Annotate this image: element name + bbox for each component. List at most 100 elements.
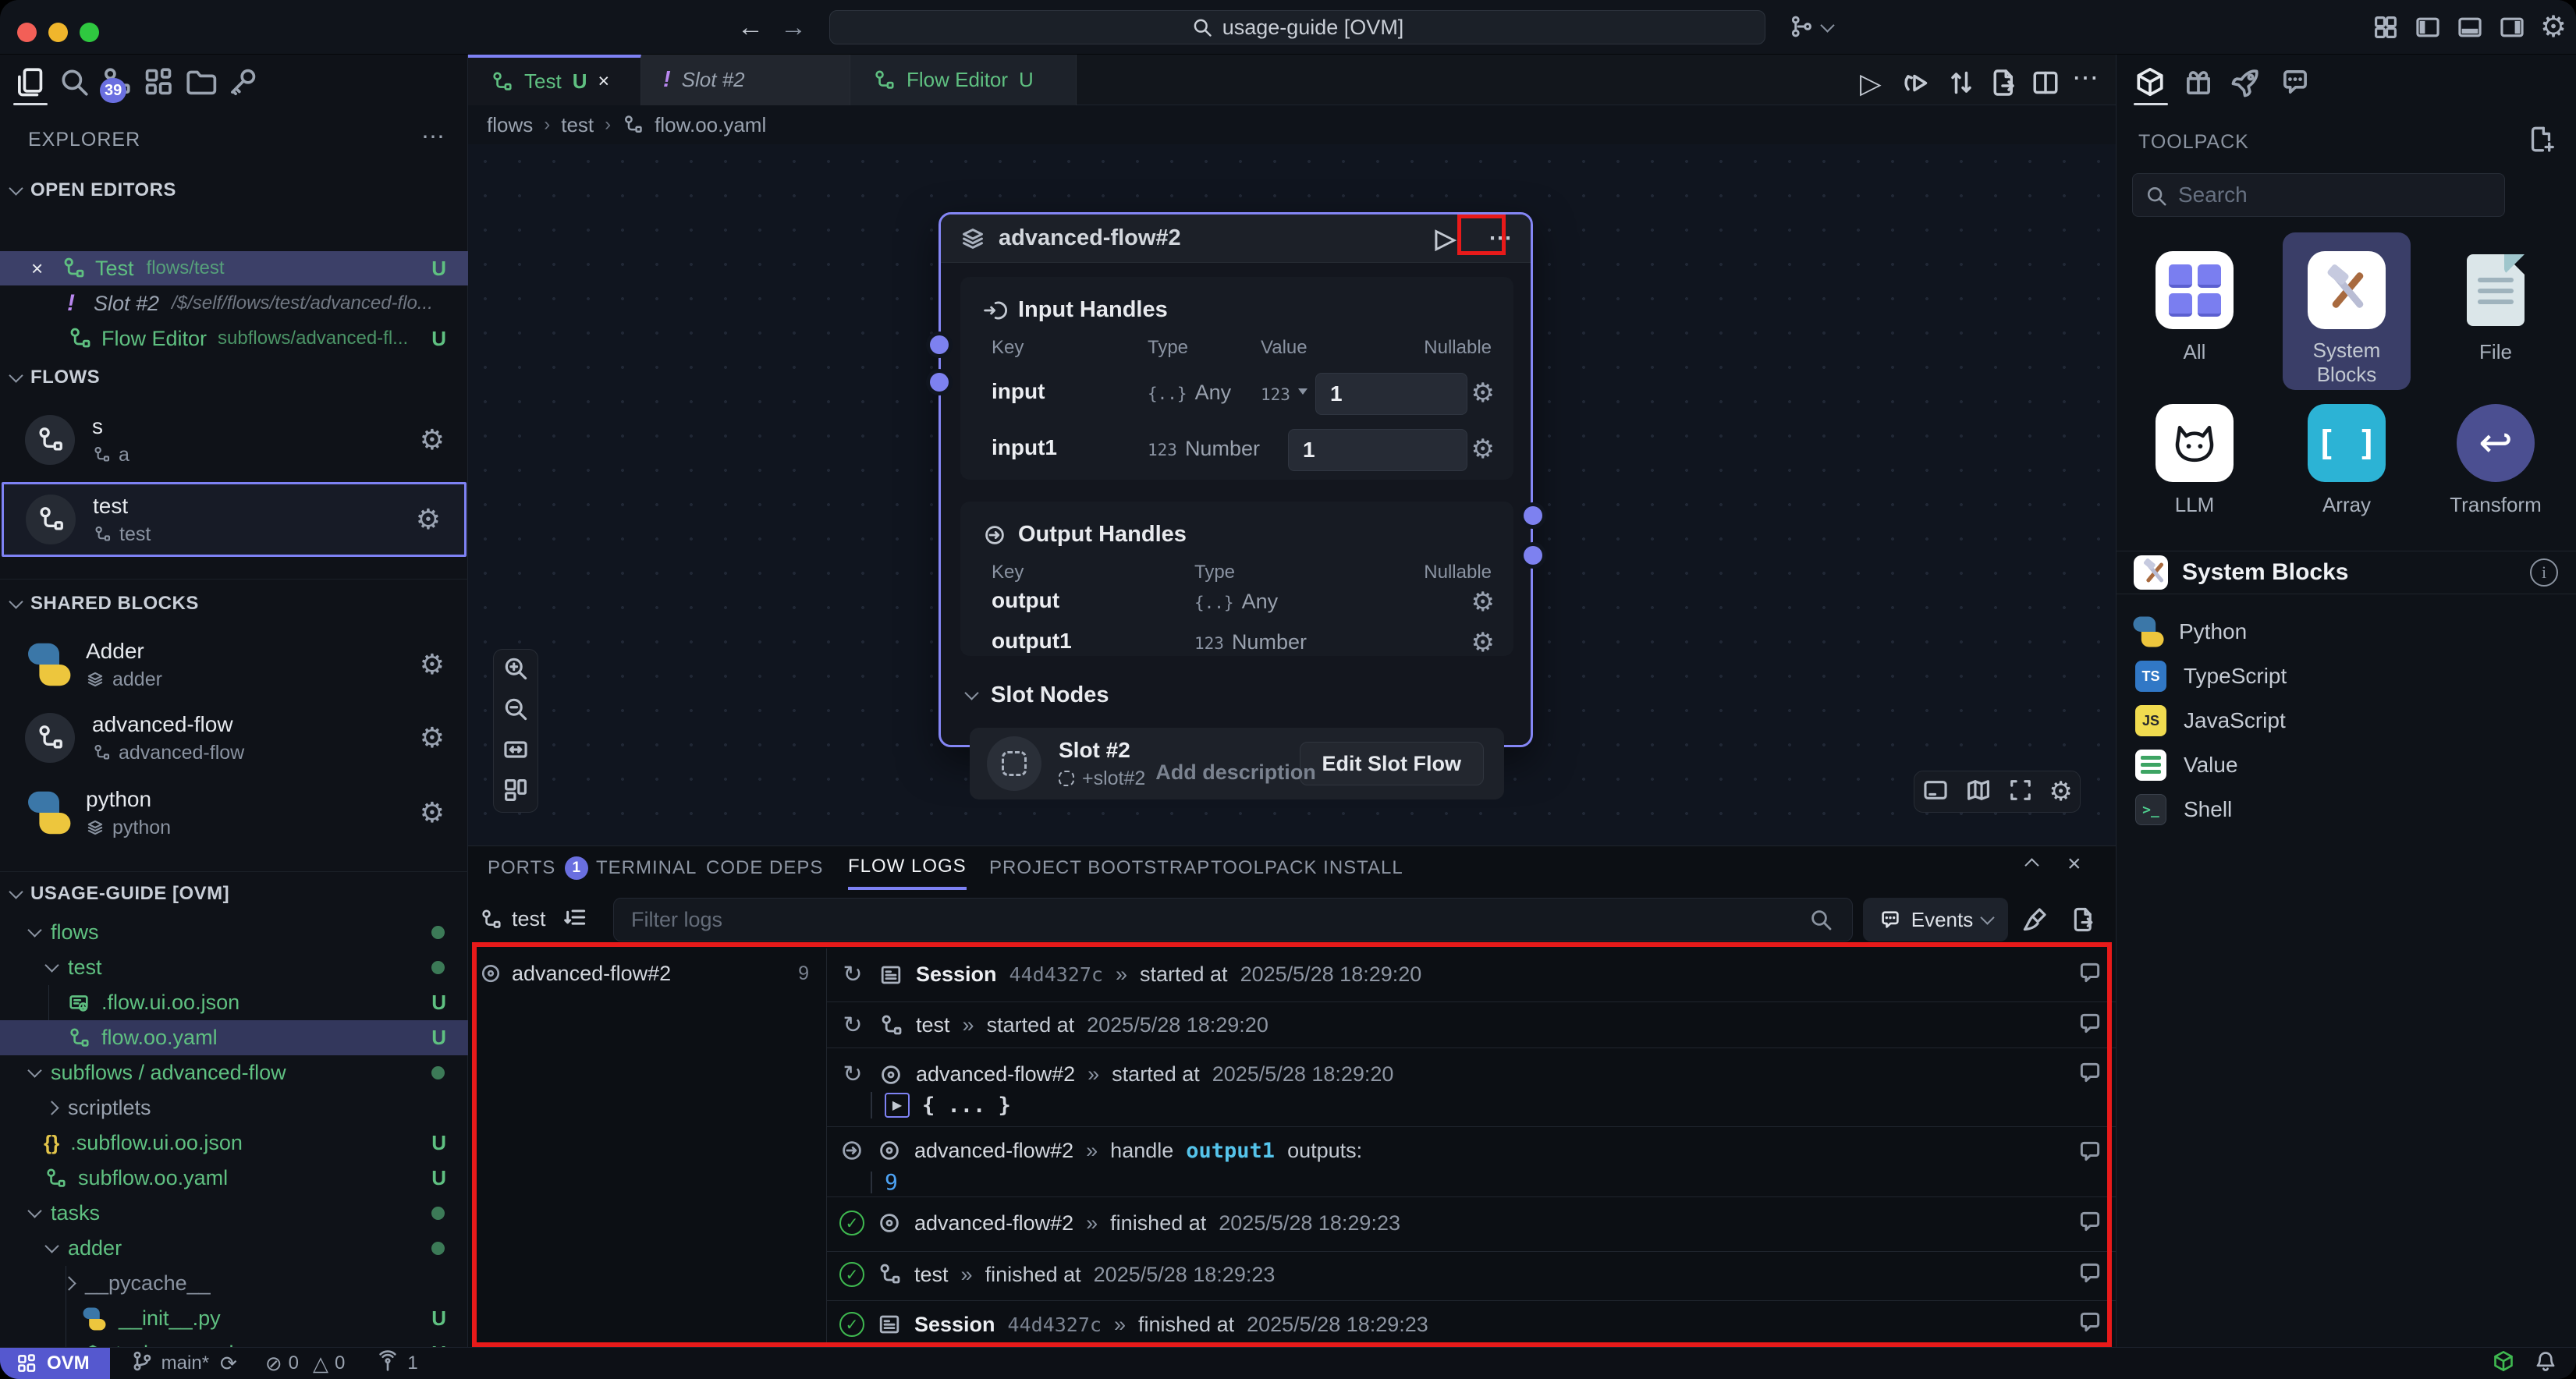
zoom-in-icon[interactable]	[502, 654, 530, 686]
minimize-window-button[interactable]	[48, 23, 68, 42]
gear-icon[interactable]: ⚙	[420, 721, 445, 754]
tile-llm-icon[interactable]	[2156, 404, 2234, 482]
input-value-field[interactable]: 1	[1315, 373, 1467, 415]
block-item-value[interactable]: Value	[2117, 743, 2576, 787]
folder-icon[interactable]	[184, 66, 217, 102]
gear-icon[interactable]: ⚙	[1471, 434, 1495, 465]
git-branch-icon[interactable]	[130, 1349, 154, 1378]
close-window-button[interactable]	[17, 23, 37, 42]
block-item-python[interactable]: Python	[2117, 610, 2576, 654]
panel-tab-ports[interactable]: PORTS 1	[488, 846, 588, 890]
fit-width-icon[interactable]	[502, 736, 530, 767]
tab-flow-editor[interactable]: Flow Editor U	[850, 55, 1077, 105]
add-description-button[interactable]: Add description	[939, 760, 1533, 785]
explorer-files-icon[interactable]	[13, 66, 46, 102]
tree-file-flow-yaml[interactable]: flow.oo.yamlU	[0, 1020, 468, 1055]
tile-llm-label[interactable]: LLM	[2132, 493, 2257, 517]
more-actions-icon[interactable]: ⋯	[2072, 62, 2099, 94]
workspace-status-chip[interactable]: OVM	[0, 1348, 110, 1379]
command-center-search[interactable]: usage-guide [OVM]	[829, 10, 1765, 44]
gear-icon[interactable]: ⚙	[420, 424, 445, 456]
chat-icon[interactable]	[2279, 66, 2312, 102]
node-header[interactable]: advanced-flow#2 ▷ ⋯	[941, 214, 1531, 263]
gear-icon[interactable]: ⚙	[420, 796, 445, 829]
canvas-settings-icon[interactable]: ⚙	[2049, 776, 2072, 807]
remote-branch-icon[interactable]	[1788, 13, 1815, 44]
info-icon[interactable]: i	[2530, 558, 2558, 587]
filter-logs-input[interactable]	[613, 898, 1853, 941]
toolpack-box-icon[interactable]	[2134, 66, 2166, 102]
flow-node-advanced-flow2[interactable]: advanced-flow#2 ▷ ⋯ Input Handles Key Ty…	[939, 212, 1533, 747]
toggle-sidebar-icon[interactable]	[2414, 13, 2442, 45]
search-icon[interactable]	[58, 66, 90, 102]
tile-all-label[interactable]: All	[2132, 340, 2257, 364]
keys-icon[interactable]	[226, 66, 259, 102]
customize-layout-icon[interactable]	[2372, 13, 2400, 45]
toolpack-search-input[interactable]	[2132, 173, 2505, 217]
open-editors-section-header[interactable]: OPEN EDITORS	[11, 179, 176, 201]
open-editor-flow-editor[interactable]: Flow Editor subflows/advanced-fl... U	[0, 321, 468, 356]
tile-array-icon[interactable]: [ ]	[2308, 404, 2386, 482]
tile-system-blocks-label[interactable]: System Blocks	[2284, 339, 2409, 387]
warnings-icon[interactable]: △	[313, 1352, 328, 1376]
settings-gear-icon[interactable]: ⚙	[2540, 9, 2567, 44]
tile-transform-label[interactable]: Transform	[2433, 493, 2558, 517]
input-handle-dot[interactable]	[930, 335, 949, 354]
split-editor-icon[interactable]	[2030, 67, 2061, 102]
maximize-window-button[interactable]	[80, 23, 99, 42]
input-handle-dot[interactable]	[930, 373, 949, 392]
tree-file-init-py[interactable]: __init__.pyU	[0, 1301, 468, 1336]
gear-icon[interactable]: ⚙	[420, 648, 445, 681]
tree-folder-subflows[interactable]: subflows / advanced-flow	[0, 1055, 468, 1090]
flow-item-s[interactable]: s a ⚙	[0, 404, 468, 476]
warnings-count[interactable]: 0	[335, 1352, 345, 1374]
explorer-more-icon[interactable]: ⋯	[421, 123, 445, 151]
minimap-icon[interactable]	[1964, 776, 1992, 808]
export-file-icon[interactable]	[1988, 67, 2019, 102]
zoom-out-icon[interactable]	[502, 695, 530, 727]
flows-section-header[interactable]: FLOWS	[11, 367, 100, 388]
swap-ports-icon[interactable]	[1946, 67, 1977, 102]
panel-tab-code-deps[interactable]: CODE DEPS	[706, 846, 823, 890]
tree-file-flow-ui-json[interactable]: .flow.ui.oo.jsonU	[0, 985, 468, 1020]
flow-item-test[interactable]: test test ⚙	[2, 482, 467, 557]
panel-tab-terminal[interactable]: TERMINAL	[596, 846, 697, 890]
flow-canvas[interactable]: advanced-flow#2 ▷ ⋯ Input Handles Key Ty…	[468, 144, 2116, 845]
shared-blocks-section-header[interactable]: SHARED BLOCKS	[11, 593, 199, 615]
rocket-icon[interactable]	[2230, 66, 2263, 102]
git-branch-label[interactable]: main*	[161, 1352, 209, 1374]
export-logs-icon[interactable]	[2069, 906, 2097, 938]
ports-forwarded-icon[interactable]	[376, 1349, 399, 1378]
output-handle-dot[interactable]	[1524, 546, 1542, 565]
run-subflow-icon[interactable]	[1902, 67, 1933, 102]
sync-icon[interactable]: ⟳	[220, 1352, 237, 1376]
gift-icon[interactable]	[2182, 66, 2215, 102]
project-section-header[interactable]: USAGE-GUIDE [OVM]	[11, 883, 229, 905]
active-flow-label[interactable]: test	[512, 907, 546, 931]
shared-block-python[interactable]: python python ⚙	[0, 778, 468, 847]
shared-block-advanced-flow[interactable]: advanced-flow advanced-flow ⚙	[0, 704, 468, 772]
block-item-typescript[interactable]: TS TypeScript	[2117, 654, 2576, 698]
close-icon[interactable]: ×	[598, 70, 609, 93]
gear-icon[interactable]: ⚙	[1471, 587, 1495, 618]
tile-array-label[interactable]: Array	[2284, 493, 2409, 517]
tree-folder-test[interactable]: test	[0, 950, 468, 985]
block-item-shell[interactable]: >_ Shell	[2117, 788, 2576, 831]
tab-test[interactable]: Test U ×	[468, 55, 641, 105]
tree-folder-pycache[interactable]: __pycache__	[0, 1266, 468, 1301]
panel-maximize-icon[interactable]	[2027, 860, 2037, 874]
panel-tab-toolpack-install[interactable]: TOOLPACK INSTALL	[1211, 846, 1403, 890]
tree-folder-scriptlets[interactable]: scriptlets	[0, 1090, 468, 1126]
tile-transform-icon[interactable]: ↩	[2457, 404, 2535, 482]
close-icon[interactable]: ×	[31, 257, 61, 281]
toggle-secondary-sidebar-icon[interactable]	[2498, 13, 2526, 45]
block-item-javascript[interactable]: JS JavaScript	[2117, 699, 2576, 743]
output-handle-dot[interactable]	[1524, 506, 1542, 525]
open-editor-test[interactable]: × Test flows/test U	[0, 251, 468, 285]
tile-all-icon[interactable]	[2156, 251, 2234, 329]
toggle-panel-icon[interactable]	[2456, 13, 2484, 45]
tree-file-subflow-yaml[interactable]: subflow.oo.yamlU	[0, 1161, 468, 1196]
gear-icon[interactable]: ⚙	[1471, 627, 1495, 658]
notifications-bell-icon[interactable]	[2534, 1349, 2557, 1378]
tree-folder-tasks[interactable]: tasks	[0, 1196, 468, 1231]
